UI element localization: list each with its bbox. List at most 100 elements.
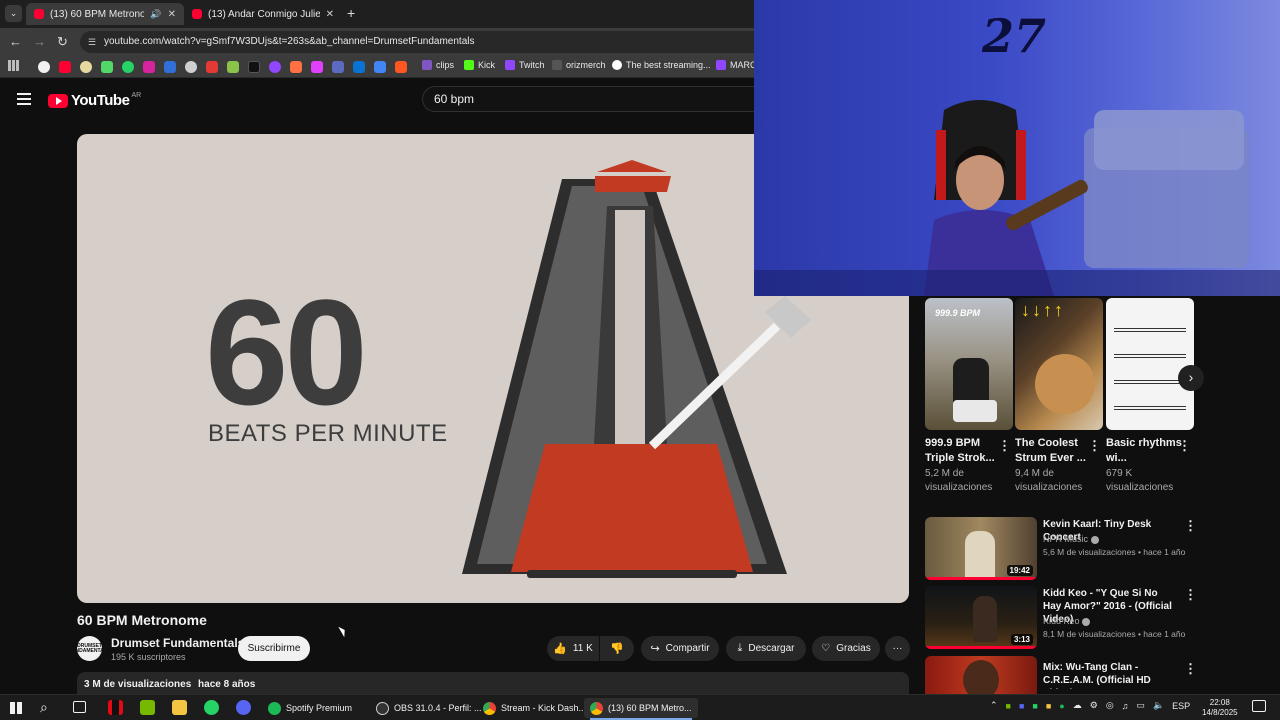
file-explorer-icon[interactable] [172, 700, 187, 715]
tab-andar-conmigo[interactable]: (13) Andar Conmigo Julieta Ven ✕ [184, 3, 342, 25]
bookmark-icon[interactable] [332, 61, 344, 73]
bookmark-icon[interactable] [311, 61, 323, 73]
youtube-bookmark-icon[interactable] [59, 61, 71, 73]
related-more-icon[interactable]: ⋮ [1184, 587, 1197, 603]
like-button[interactable]: 👍 11 K [547, 636, 599, 661]
bookmark-orizmerch[interactable]: orizmerch [552, 60, 606, 70]
bookmark-icon[interactable] [80, 61, 92, 73]
bookmark-icon[interactable] [185, 61, 197, 73]
search-input[interactable]: 60 bpm [422, 86, 754, 112]
task-view-icon[interactable] [73, 701, 86, 713]
youtube-logo[interactable]: YouTube AR [48, 92, 141, 109]
notifications-icon[interactable] [1252, 700, 1266, 712]
discord-icon[interactable] [236, 700, 251, 715]
more-actions-button[interactable]: ··· [885, 636, 910, 661]
short-title[interactable]: Basic rhythms wi... [1106, 436, 1182, 466]
forward-arrow-icon[interactable]: → [33, 34, 46, 49]
outlook-bookmark-icon[interactable] [353, 61, 365, 73]
tray-app-icon[interactable]: ◎ [1106, 700, 1114, 711]
short-thumbnail[interactable]: ↓↓↑↑ [1015, 298, 1103, 430]
short-more-icon[interactable]: ⋮ [998, 438, 1011, 454]
carousel-next-button[interactable]: › [1178, 365, 1204, 391]
tab-metronome[interactable]: (13) 60 BPM Metronome - Y 🔊 ✕ [26, 3, 184, 25]
google-bookmark-icon[interactable] [38, 61, 50, 73]
tiktok-bookmark-icon[interactable] [248, 61, 260, 73]
related-channel[interactable]: Kidd Keo [1043, 616, 1091, 626]
back-arrow-icon[interactable]: ← [9, 34, 22, 49]
menu-hamburger-icon[interactable] [17, 93, 31, 105]
short-thumbnail[interactable] [1106, 298, 1194, 430]
bookmark-marc[interactable]: MARC [716, 60, 757, 70]
bookmark-icon[interactable] [395, 61, 407, 73]
short-title[interactable]: The Coolest Strum Ever ... [1015, 436, 1091, 466]
related-thumbnail[interactable]: 3:13 [925, 586, 1037, 649]
short-more-icon[interactable]: ⋮ [1088, 438, 1101, 454]
translate-bookmark-icon[interactable] [374, 61, 386, 73]
related-title[interactable]: Mix: Wu-Tang Clan - C.R.E.A.M. (Official… [1043, 661, 1178, 689]
download-button[interactable]: ⤓ Descargar [726, 636, 806, 661]
like-count: 11 K [572, 643, 593, 654]
instagram-bookmark-icon[interactable] [143, 61, 155, 73]
network-icon[interactable]: ▭ [1136, 700, 1145, 711]
tray-app-icon[interactable]: ☁ [1073, 700, 1082, 711]
site-info-icon[interactable]: ☰ [88, 31, 96, 53]
share-button[interactable]: ↪ Compartir [641, 636, 719, 661]
channel-avatar[interactable]: DRUMSET FUNDAMENTALS [69, 636, 110, 661]
speaker-icon[interactable]: 🔊 [150, 9, 161, 20]
whatsapp-icon[interactable] [204, 700, 219, 715]
url-field[interactable]: ☰ youtube.com/watch?v=gSmf7W3DUjs&t=263s… [80, 31, 780, 53]
short-title[interactable]: 999.9 BPM Triple Strok... [925, 436, 1001, 466]
snare-drum [953, 400, 997, 422]
volume-icon[interactable]: 🔈 [1153, 700, 1164, 711]
bookmark-twitch[interactable]: Twitch [505, 60, 545, 70]
search-icon[interactable]: ⌕ [40, 699, 48, 716]
related-channel[interactable]: NPR Music [1043, 534, 1099, 544]
description-box[interactable]: 3 M de visualizaciones hace 8 años [77, 672, 909, 694]
tray-arrow-icon[interactable]: ⌃ [990, 700, 998, 711]
related-more-icon[interactable]: ⋮ [1184, 661, 1197, 677]
bookmark-best-streaming[interactable]: The best streaming... [612, 60, 711, 70]
paypal-bookmark-icon[interactable] [164, 61, 176, 73]
thanks-button[interactable]: ♡ Gracias [812, 636, 880, 661]
tray-app-icon[interactable]: ■ [1006, 701, 1011, 711]
whatsapp-bookmark-icon[interactable] [122, 61, 134, 73]
reload-icon[interactable]: ↻ [57, 34, 68, 50]
related-thumbnail[interactable]: 19:42 [925, 517, 1037, 580]
nvidia-icon[interactable] [140, 700, 155, 715]
bookmark-icon[interactable] [206, 61, 218, 73]
dislike-button[interactable]: 👎 [600, 636, 634, 661]
tray-app-icon[interactable]: ■ [1046, 701, 1051, 711]
bookmark-icon[interactable] [269, 61, 281, 73]
close-tab-icon[interactable]: ✕ [168, 9, 176, 20]
tray-app-icon[interactable]: ■ [1019, 701, 1024, 711]
windows-start-icon[interactable] [10, 702, 22, 714]
related-thumbnail[interactable] [925, 656, 1037, 694]
channel-name[interactable]: Drumset Fundamentals [111, 636, 244, 650]
tab-list-chevron-icon[interactable]: ⌄ [5, 5, 22, 22]
related-more-icon[interactable]: ⋮ [1184, 518, 1197, 534]
apps-grid-icon[interactable] [8, 60, 19, 71]
tray-app-icon[interactable]: ♫ [1122, 701, 1129, 711]
taskbar-chrome-kick[interactable]: Stream - Kick Dash... [477, 698, 592, 718]
close-tab-icon[interactable]: ✕ [326, 9, 334, 20]
bookmark-icon[interactable] [227, 61, 239, 73]
kick-icon [464, 60, 474, 70]
tray-app-icon[interactable]: ■ [1032, 701, 1037, 711]
bookmark-icon[interactable] [290, 61, 302, 73]
subscribe-button[interactable]: Suscribirme [238, 636, 310, 661]
tray-app-icon[interactable]: ⚙ [1090, 700, 1098, 711]
system-clock[interactable]: 22:08 14/8/2025 [1202, 698, 1238, 718]
tray-app-icon[interactable]: ● [1059, 701, 1064, 711]
bookmark-kick[interactable]: Kick [464, 60, 495, 70]
netflix-icon[interactable] [108, 700, 123, 715]
short-thumbnail[interactable]: 999.9 BPM [925, 298, 1013, 430]
taskbar-chrome-youtube[interactable]: (13) 60 BPM Metro... [584, 698, 698, 720]
bookmark-clips[interactable]: clips [422, 60, 454, 70]
taskbar-spotify[interactable]: Spotify Premium [262, 698, 358, 718]
taskbar-obs[interactable]: OBS 31.0.4 - Perfil: ... [370, 698, 488, 718]
short-more-icon[interactable]: ⋮ [1178, 438, 1191, 454]
bookmark-icon[interactable] [101, 61, 113, 73]
new-tab-button[interactable]: + [347, 5, 355, 21]
url-text: youtube.com/watch?v=gSmf7W3DUjs&t=263s&a… [104, 36, 475, 47]
keyboard-language[interactable]: ESP [1172, 701, 1190, 711]
